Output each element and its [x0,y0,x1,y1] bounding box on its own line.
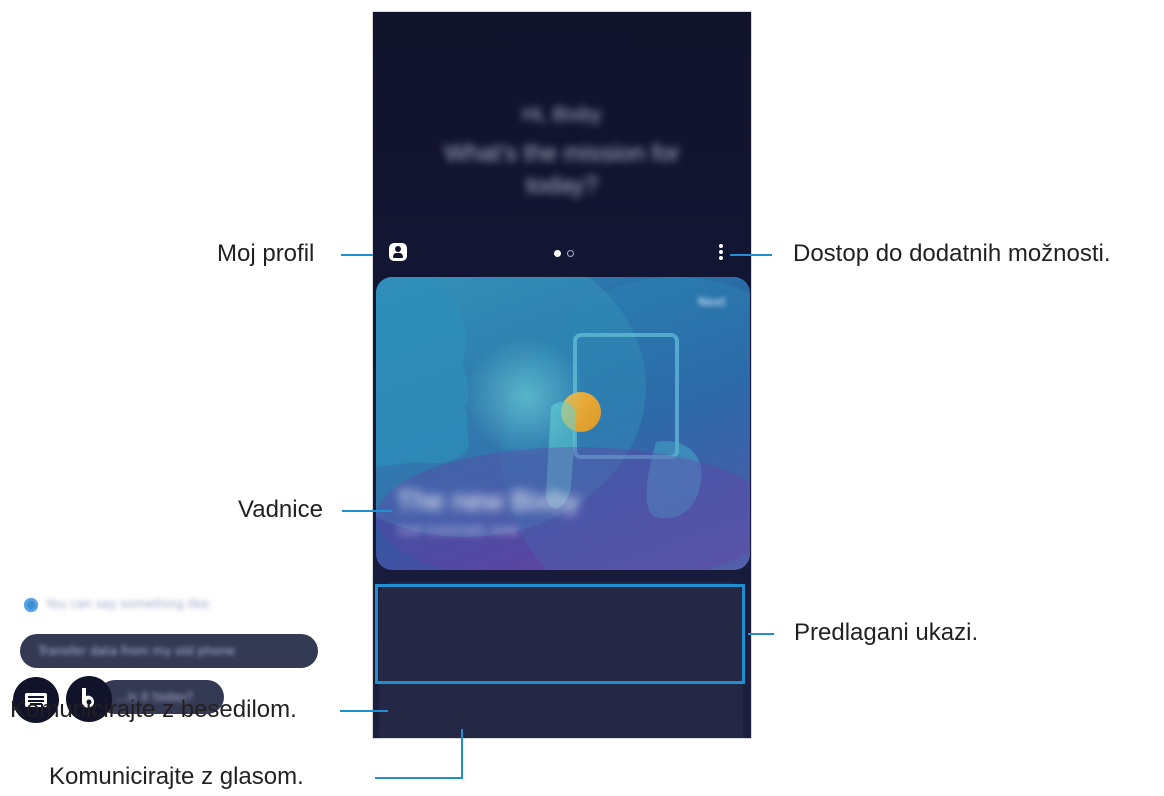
callout-text-input: Komunicirajte z besedilom. [10,696,297,723]
leader-line-profile [341,254,373,256]
bixby-suggestion-icon [24,598,38,612]
greeting-line-3: today? [525,172,599,199]
leader-line-text-input [340,710,388,712]
page-indicator [554,250,574,257]
more-options-dot [719,244,723,248]
suggestions-header: You can say something like: [46,597,213,611]
greeting-line-2: What's the mission for [444,140,680,167]
callout-more-options: Dostop do dodatnih možnosti. [793,240,1111,267]
more-options-dot [719,256,723,260]
page-indicator-dot [567,250,574,257]
profile-icon[interactable] [389,243,407,261]
profile-icon-head [395,246,401,252]
leader-line-tutorials [342,510,392,512]
tutorial-card[interactable]: Next The new Bixby Get tutorials now [376,277,750,570]
callout-tutorials: Vadnice [238,496,323,523]
more-options-icon[interactable] [718,242,724,262]
leader-line-voice-vertical [461,729,463,779]
card-subtitle: Get tutorials now [398,523,519,539]
leader-line-voice-horizontal [375,777,463,779]
card-title: The new Bixby [396,485,580,516]
callout-suggested-commands: Predlagani ukazi. [794,619,979,646]
page-indicator-dot-active [554,250,561,257]
leader-line-suggested [748,633,774,635]
profile-icon-body [393,253,403,258]
suggestion-chip-label: Transfer data from my old phone [38,644,235,658]
more-options-dot [719,250,723,254]
suggestions-panel [379,582,743,738]
bixby-home-screen: Hi, Bixby What's the mission for today? [373,12,751,738]
greeting-line-1: Hi, Bixby [522,104,602,126]
leader-line-more-options [730,254,772,256]
suggestion-chip[interactable]: Transfer data from my old phone [20,634,318,668]
card-next-label[interactable]: Next [698,295,726,309]
callout-voice-input: Komunicirajte z glasom. [49,763,304,790]
callout-profile: Moj profil [217,240,315,267]
